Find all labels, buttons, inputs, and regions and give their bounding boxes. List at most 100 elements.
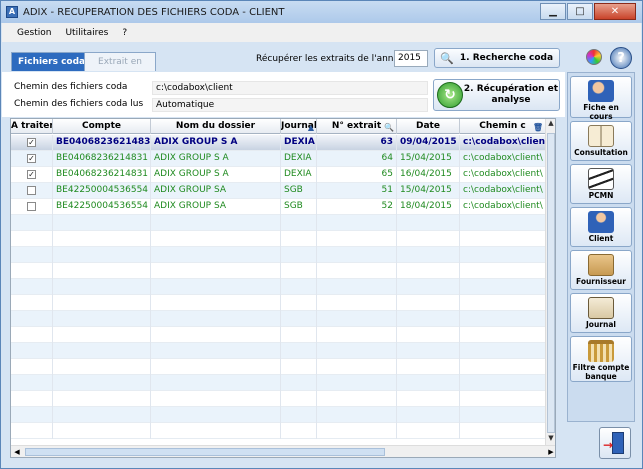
row-chemin: c:\codabox\client\	[460, 151, 546, 167]
a-traiter-checkbox[interactable]	[27, 202, 36, 211]
row-date	[397, 359, 460, 375]
row-checkbox[interactable]	[11, 199, 53, 215]
col-a-traiter[interactable]: A traiter	[11, 119, 53, 134]
consultation-button[interactable]: Consultation	[570, 121, 632, 161]
fournisseur-button[interactable]: Fournisseur	[570, 250, 632, 290]
vertical-scrollbar[interactable]: ▲ ▼	[545, 119, 555, 445]
filtre-compte-banque-button[interactable]: Filtre compte banque	[570, 336, 632, 382]
col-compte[interactable]: Compte	[53, 119, 151, 134]
row-chemin	[460, 343, 546, 359]
a-traiter-checkbox[interactable]: ✓	[27, 170, 36, 179]
scroll-up-icon[interactable]: ▲	[546, 119, 555, 130]
grid-body: ✓ BE04068236214831 ADIX GROUP S A DEXIA 63 09…	[11, 135, 546, 445]
row-nom-dossier	[151, 247, 281, 263]
scroll-right-icon[interactable]: ▶	[545, 446, 555, 457]
row-date: 09/04/2015	[397, 135, 460, 151]
row-compte	[53, 215, 151, 231]
pcmn-label: PCMN	[588, 191, 614, 200]
title-bar[interactable]: A ADIX - RECUPERATION DES FICHIERS CODA …	[1, 1, 642, 23]
menu-help[interactable]: ?	[115, 28, 134, 38]
palette-icon[interactable]	[586, 49, 602, 65]
row-checkbox[interactable]	[11, 295, 53, 311]
client-button[interactable]: Client	[570, 207, 632, 247]
row-checkbox[interactable]	[11, 327, 53, 343]
row-compte	[53, 311, 151, 327]
row-checkbox[interactable]	[11, 375, 53, 391]
tab-extrait-en-clair[interactable]: Extrait en clair	[84, 52, 156, 85]
row-compte: BE04068236214831	[53, 151, 151, 167]
row-checkbox[interactable]	[11, 359, 53, 375]
row-extrait	[317, 279, 397, 295]
row-extrait	[317, 375, 397, 391]
horizontal-scroll-thumb[interactable]	[25, 448, 385, 456]
row-journal	[281, 407, 317, 423]
col-date[interactable]: Date	[397, 119, 460, 134]
row-checkbox[interactable]	[11, 391, 53, 407]
row-chemin	[460, 423, 546, 439]
table-row[interactable]: ✓ BE04068236214831 ADIX GROUP S A DEXIA 65 16…	[11, 167, 546, 183]
recuperation-analyse-button[interactable]: ↻ 2. Récupération et analyse	[433, 79, 560, 111]
read-path-field[interactable]: Automatique	[152, 98, 428, 112]
row-checkbox[interactable]	[11, 231, 53, 247]
maximize-button[interactable]: □	[567, 3, 593, 20]
menu-utilitaires[interactable]: Utilitaires	[58, 28, 115, 38]
row-date: 15/04/2015	[397, 183, 460, 199]
row-chemin	[460, 391, 546, 407]
row-extrait	[317, 231, 397, 247]
exit-button[interactable]: →	[599, 427, 631, 459]
scroll-down-icon[interactable]: ▼	[546, 434, 555, 445]
recherche-coda-button[interactable]: 🔍 1. Recherche coda	[434, 48, 560, 68]
menu-gestion[interactable]: Gestion	[10, 28, 58, 38]
a-traiter-checkbox[interactable]	[27, 186, 36, 195]
close-button[interactable]: ✕	[594, 3, 636, 20]
empty-row	[11, 327, 546, 343]
row-checkbox[interactable]	[11, 215, 53, 231]
row-chemin	[460, 327, 546, 343]
tab-fichiers-coda[interactable]: Fichiers coda	[11, 52, 93, 71]
col-extrait-label: N° extrait	[331, 121, 382, 131]
col-extrait[interactable]: N° extrait 🔍	[317, 119, 397, 134]
empty-row	[11, 215, 546, 231]
a-traiter-checkbox[interactable]: ✓	[27, 154, 36, 163]
col-journal[interactable]: Journal ▲	[281, 119, 317, 134]
vertical-scroll-thumb[interactable]	[547, 133, 555, 433]
pcmn-button[interactable]: PCMN	[570, 164, 632, 204]
row-journal	[281, 343, 317, 359]
row-journal	[281, 263, 317, 279]
help-icon[interactable]: ?	[610, 47, 632, 69]
row-checkbox[interactable]	[11, 279, 53, 295]
col-chemin[interactable]: Chemin c 🗑	[460, 119, 546, 134]
journal-button[interactable]: Journal	[570, 293, 632, 333]
table-row[interactable]: BE42250004536554 ADIX GROUP SA SGB 51 15/04/…	[11, 183, 546, 199]
col-nom-dossier[interactable]: Nom du dossier	[151, 119, 281, 134]
row-checkbox[interactable]: ✓	[11, 151, 53, 167]
path-label: Chemin des fichiers coda	[14, 82, 128, 92]
row-checkbox[interactable]: ✓	[11, 167, 53, 183]
year-input[interactable]: 2015	[394, 50, 428, 67]
row-extrait	[317, 407, 397, 423]
consultation-label: Consultation	[574, 148, 628, 157]
table-row[interactable]: ✓ BE04068236214831 ADIX GROUP S A DEXIA 64 15…	[11, 151, 546, 167]
table-row[interactable]: BE42250004536554 ADIX GROUP SA SGB 52 18/04/…	[11, 199, 546, 215]
minimize-button[interactable]: ▁	[540, 3, 566, 20]
row-checkbox[interactable]	[11, 423, 53, 439]
row-checkbox[interactable]	[11, 311, 53, 327]
row-checkbox[interactable]	[11, 183, 53, 199]
horizontal-scrollbar[interactable]: ◀ ▶	[11, 445, 555, 457]
row-checkbox[interactable]	[11, 247, 53, 263]
row-checkbox[interactable]: ✓	[11, 135, 53, 151]
empty-row	[11, 279, 546, 295]
row-compte	[53, 295, 151, 311]
row-checkbox[interactable]	[11, 343, 53, 359]
path-field[interactable]: c:\codabox\client	[152, 81, 428, 95]
fiche-en-cours-button[interactable]: Fiche en cours	[570, 76, 632, 121]
row-checkbox[interactable]	[11, 407, 53, 423]
row-date	[397, 231, 460, 247]
table-row[interactable]: ✓ BE04068236214831 ADIX GROUP S A DEXIA 63 09…	[11, 135, 546, 151]
empty-row	[11, 263, 546, 279]
row-checkbox[interactable]	[11, 263, 53, 279]
a-traiter-checkbox[interactable]: ✓	[27, 138, 36, 147]
empty-row	[11, 247, 546, 263]
empty-row	[11, 375, 546, 391]
scroll-left-icon[interactable]: ◀	[11, 446, 23, 457]
